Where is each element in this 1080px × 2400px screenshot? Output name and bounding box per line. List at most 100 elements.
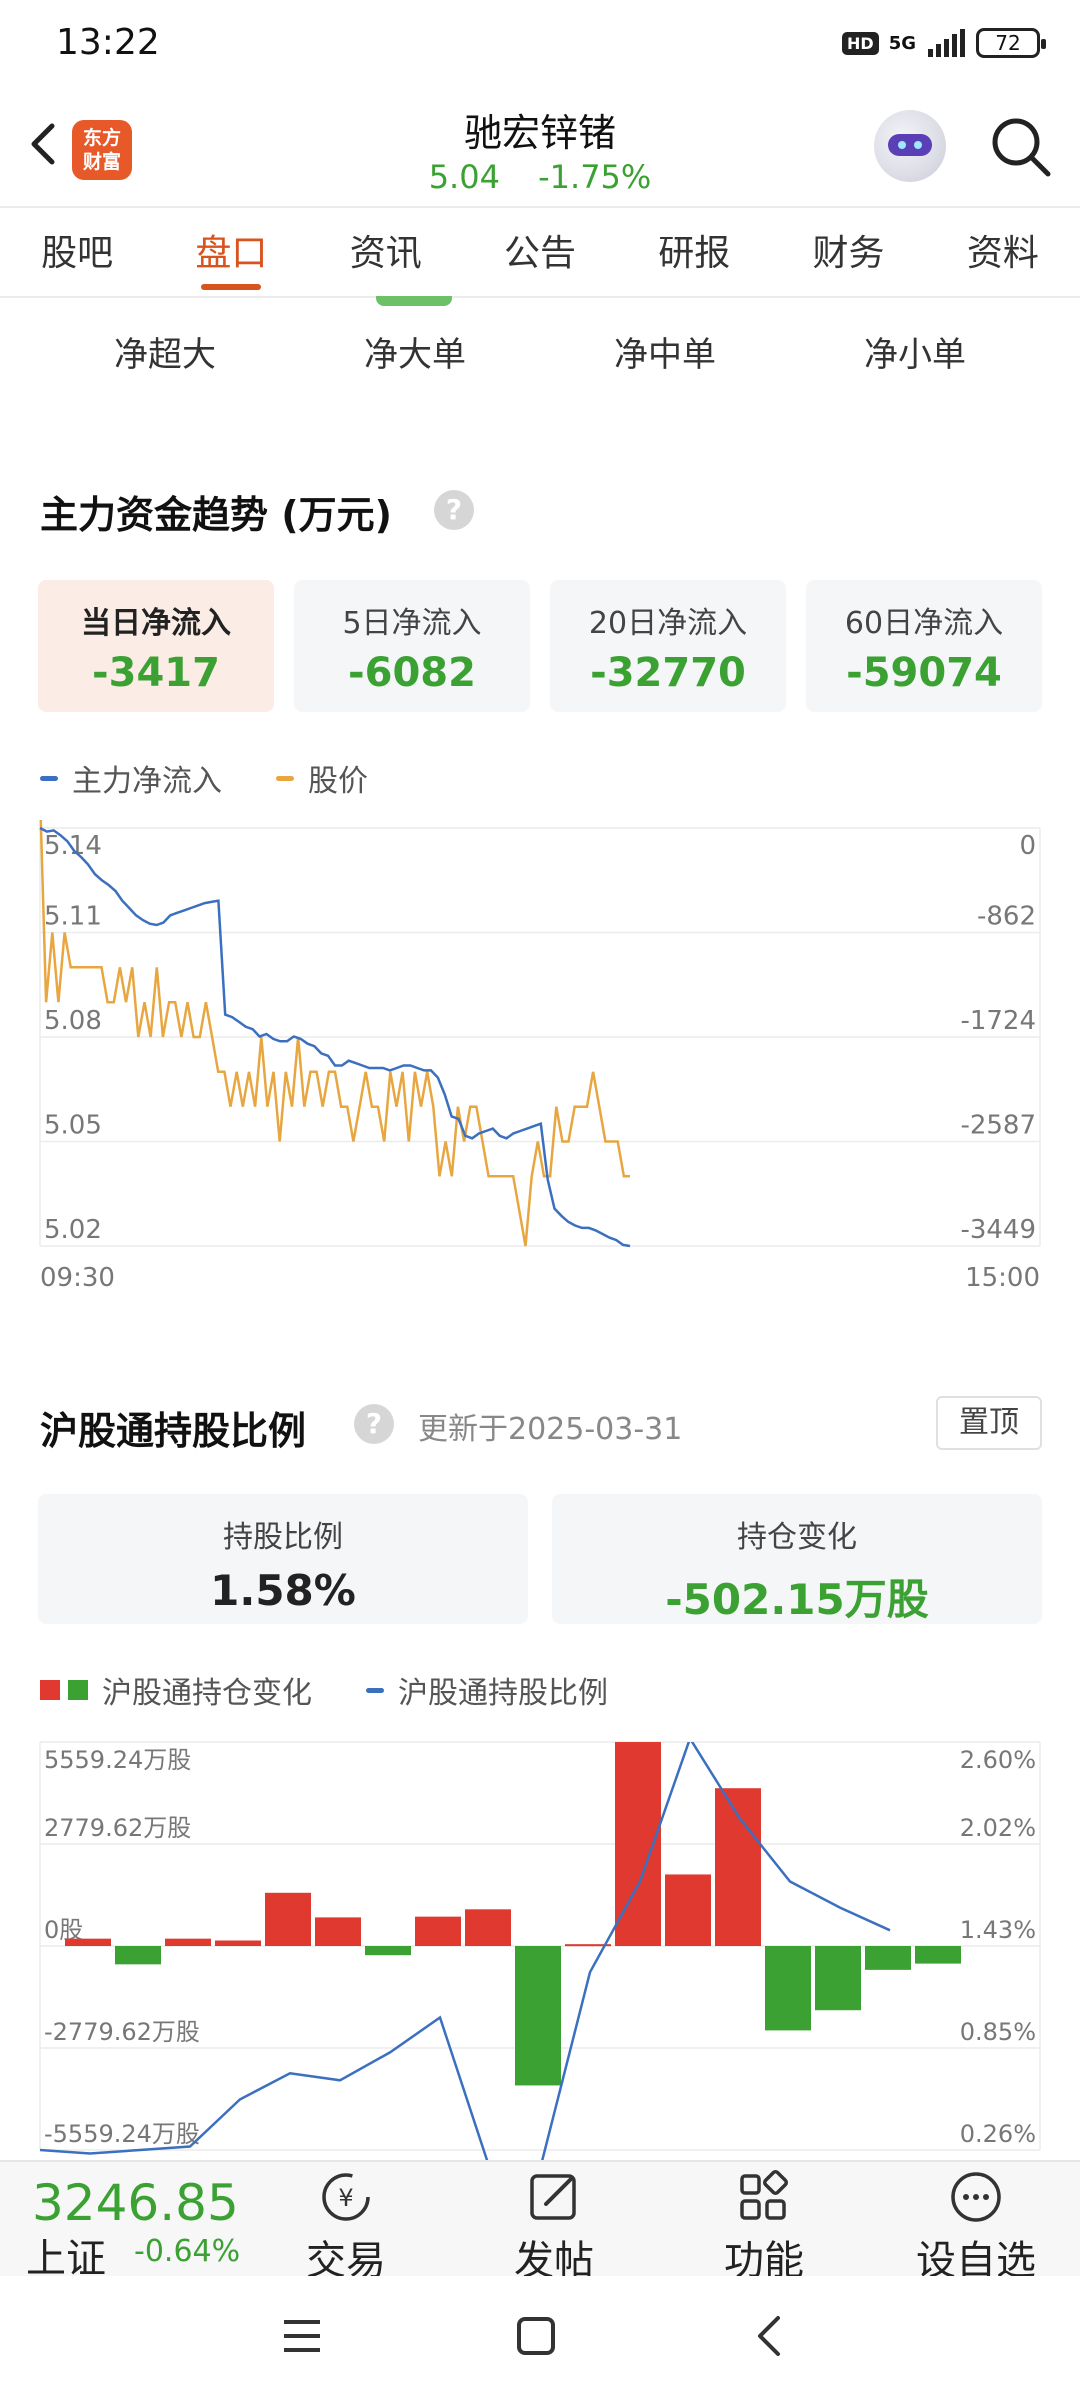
holding-change-bar bbox=[765, 1946, 811, 2031]
y-right-tick: -3449 bbox=[960, 1215, 1036, 1245]
status-time: 13:22 bbox=[56, 22, 160, 63]
y-left-tick: -2779.62万股 bbox=[44, 2018, 200, 2046]
tab-announcements[interactable]: 公告 bbox=[463, 208, 617, 296]
holding-chart: 5559.24万股2779.62万股0股-2779.62万股-5559.24万股… bbox=[39, 1741, 1041, 2160]
y-left-tick: 5.02 bbox=[44, 1215, 102, 1245]
legend-flow[interactable]: 主力净流入 bbox=[40, 756, 222, 800]
holding-legend: 沪股通持仓变化 沪股通持股比例 bbox=[40, 1668, 662, 1712]
system-navigation bbox=[0, 2276, 1080, 2400]
holding-change-bar bbox=[915, 1946, 961, 1964]
back-icon[interactable] bbox=[748, 2314, 792, 2358]
sub-tab-super-large[interactable]: 净超大 bbox=[40, 320, 290, 390]
y-right-tick: -2587 bbox=[960, 1111, 1036, 1141]
grid-icon bbox=[740, 2169, 789, 2220]
main-tabs: 股吧 盘口 资讯 公告 研报 财务 资料 bbox=[0, 206, 1080, 298]
trade-icon: ¥ bbox=[322, 2173, 370, 2221]
home-icon[interactable] bbox=[514, 2314, 558, 2358]
legend-holding-ratio[interactable]: 沪股通持股比例 bbox=[366, 1668, 608, 1712]
legend-holding-change[interactable]: 沪股通持仓变化 bbox=[40, 1668, 312, 1712]
update-date: 更新于2025-03-31 bbox=[418, 1412, 683, 1447]
tab-guba[interactable]: 股吧 bbox=[0, 208, 154, 296]
holding-change-bar bbox=[65, 1938, 111, 1946]
y-left-tick: 5.11 bbox=[44, 902, 102, 932]
sub-tab-small[interactable]: 净小单 bbox=[790, 320, 1040, 390]
edit-icon bbox=[530, 2174, 576, 2220]
y-left-tick: 5.14 bbox=[44, 831, 102, 861]
y-left-tick: 5.08 bbox=[44, 1006, 102, 1036]
holding-help-icon[interactable]: ? bbox=[354, 1404, 394, 1444]
flow-card-today[interactable]: 当日净流入 -3417 bbox=[38, 580, 274, 712]
tab-news[interactable]: 资讯 bbox=[309, 208, 463, 296]
x-tick: 15:00 bbox=[965, 1263, 1040, 1293]
bottom-bar: 3246.85 上证 -0.64% ¥ 交易 发帖 功能 设自选 bbox=[0, 2160, 1080, 2284]
holding-ratio-card: 持股比例 1.58% bbox=[38, 1494, 528, 1624]
battery-icon: 72 bbox=[976, 28, 1046, 58]
stock-change: -1.75% bbox=[538, 158, 652, 196]
holding-change-bar bbox=[315, 1917, 361, 1946]
tab-research[interactable]: 研报 bbox=[617, 208, 771, 296]
svg-text:¥: ¥ bbox=[338, 2184, 353, 2212]
y-right-tick: 1.43% bbox=[960, 1916, 1036, 1944]
order-size-tabs: 净超大 净大单 净中单 净小单 bbox=[40, 320, 1040, 390]
sub-tab-large[interactable]: 净大单 bbox=[290, 320, 540, 390]
stock-header: 东方 财富 驰宏锌锗 5.04 -1.75% bbox=[0, 88, 1080, 206]
network-label: 5G bbox=[888, 32, 916, 54]
status-bar: 13:22 HD 5G 72 bbox=[0, 0, 1080, 88]
capital-trend-chart: 5.14 5.11 5.08 5.05 5.02 0 -862 -1724 -2587 -3449… bbox=[39, 820, 1041, 1293]
y-right-tick: 0.85% bbox=[960, 2018, 1036, 2046]
y-right-tick: 2.60% bbox=[960, 1746, 1036, 1774]
menu-icon[interactable] bbox=[280, 2314, 324, 2358]
trend-legend: 主力净流入 股价 bbox=[40, 756, 422, 800]
tab-finance[interactable]: 财务 bbox=[771, 208, 925, 296]
search-icon[interactable] bbox=[988, 114, 1054, 180]
y-left-tick: 5559.24万股 bbox=[44, 1746, 191, 1774]
signal-icon bbox=[928, 29, 965, 57]
index-value: 3246.85 bbox=[32, 2174, 239, 2232]
pin-button[interactable]: 置顶 bbox=[936, 1396, 1042, 1450]
scroll-indicator bbox=[376, 296, 452, 306]
y-right-tick: 0.26% bbox=[960, 2120, 1036, 2148]
nav-add-watchlist[interactable]: 设自选 bbox=[916, 2168, 1036, 2286]
holding-change-bar bbox=[115, 1946, 161, 1965]
flow-card-60d[interactable]: 60日净流入 -59074 bbox=[806, 580, 1042, 712]
y-right-tick: -862 bbox=[977, 902, 1036, 932]
holding-change-bar bbox=[715, 1788, 761, 1946]
y-left-tick: 2779.62万股 bbox=[44, 1814, 191, 1842]
x-tick: 09:30 bbox=[40, 1263, 115, 1293]
holding-change-bar bbox=[415, 1916, 461, 1946]
nav-post[interactable]: 发帖 bbox=[494, 2168, 614, 2286]
y-right-tick: -1724 bbox=[960, 1006, 1036, 1036]
nav-functions[interactable]: 功能 bbox=[704, 2168, 824, 2286]
holding-change-bar bbox=[165, 1938, 211, 1946]
tab-profile[interactable]: 资料 bbox=[926, 208, 1080, 296]
holding-change-bar bbox=[265, 1892, 311, 1946]
holding-change-bar bbox=[465, 1909, 511, 1946]
price-line bbox=[39, 820, 630, 1247]
y-left-tick: 5.05 bbox=[44, 1111, 102, 1141]
sub-tab-medium[interactable]: 净中单 bbox=[540, 320, 790, 390]
hd-badge: HD bbox=[842, 31, 879, 55]
index-change: -0.64% bbox=[134, 2234, 241, 2269]
ai-assistant-icon[interactable] bbox=[874, 110, 946, 182]
flow-card-20d[interactable]: 20日净流入 -32770 bbox=[550, 580, 786, 712]
more-icon bbox=[951, 2172, 1001, 2222]
y-left-tick: -5559.24万股 bbox=[44, 2120, 200, 2148]
help-icon[interactable]: ? bbox=[434, 490, 474, 530]
holding-change-bar bbox=[865, 1946, 911, 1970]
nav-trade[interactable]: ¥ 交易 bbox=[286, 2168, 406, 2286]
holding-change-bar bbox=[665, 1874, 711, 1946]
y-right-tick: 2.02% bbox=[960, 1814, 1036, 1842]
tab-pankou[interactable]: 盘口 bbox=[154, 208, 308, 296]
holding-ratio-line bbox=[40, 1742, 891, 2160]
holding-cards: 持股比例 1.58% 持仓变化 -502.15万股 bbox=[38, 1494, 1042, 1624]
holding-change-card: 持仓变化 -502.15万股 bbox=[552, 1494, 1042, 1624]
y-right-tick: 0 bbox=[1019, 831, 1036, 861]
legend-price[interactable]: 股价 bbox=[276, 756, 368, 800]
net-inflow-cards: 当日净流入 -3417 5日净流入 -6082 20日净流入 -32770 60… bbox=[38, 580, 1042, 712]
holding-change-bar bbox=[815, 1946, 861, 2011]
capital-trend-title: 主力资金趋势 (万元) bbox=[40, 493, 392, 537]
flow-card-5d[interactable]: 5日净流入 -6082 bbox=[294, 580, 530, 712]
holding-change-bar bbox=[215, 1940, 261, 1946]
holding-change-bar bbox=[365, 1946, 411, 1956]
holding-change-bar bbox=[515, 1946, 561, 2086]
